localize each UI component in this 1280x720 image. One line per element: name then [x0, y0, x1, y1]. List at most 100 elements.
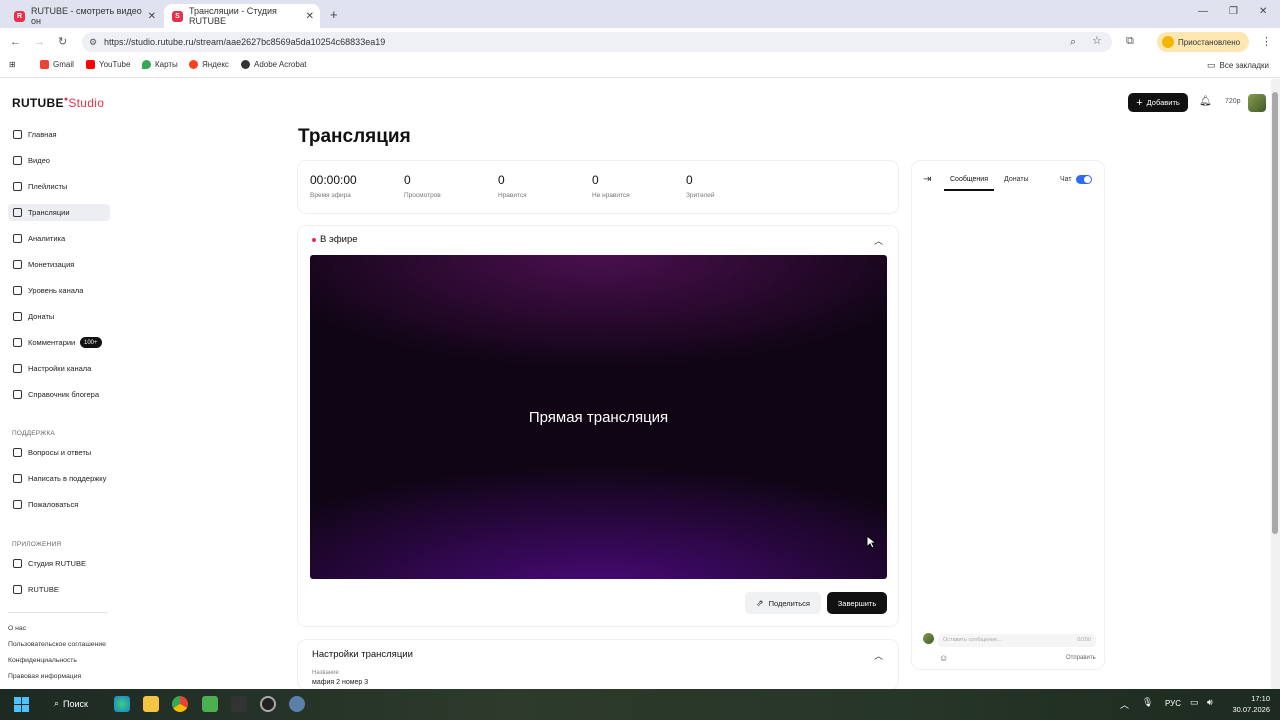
name-value[interactable]: мафия 2 номер 3 [312, 679, 368, 686]
clock-time: 17:10 [1251, 694, 1270, 703]
maximize-icon[interactable]: ❐ [1229, 6, 1238, 17]
page-scrollbar-thumb[interactable] [1272, 92, 1278, 534]
url-text: https://studio.rutube.ru/stream/aae2627b… [104, 37, 386, 47]
sidebar-item-label: Донаты [28, 312, 55, 321]
language-indicator[interactable]: РУС [1165, 699, 1181, 708]
reload-icon[interactable]: ↻ [58, 35, 67, 49]
sidebar-item-app-0[interactable]: Студия RUTUBE [8, 555, 110, 572]
forward-icon[interactable]: → [34, 35, 45, 49]
sidebar-item-main-6[interactable]: Уровень канала [8, 282, 110, 299]
back-icon[interactable]: ← [10, 35, 21, 49]
add-button[interactable]: + Добавить [1128, 93, 1188, 112]
settings-app-icon[interactable] [289, 696, 305, 712]
sidebar-item-support-2[interactable]: Пожаловаться [8, 496, 110, 513]
site-info-icon[interactable]: ⚙ [89, 35, 97, 49]
settings-chevron-icon[interactable]: ︿ [874, 649, 883, 662]
obs-studio-icon[interactable] [260, 696, 276, 712]
question-icon [13, 448, 22, 457]
sidebar-item-main-4[interactable]: Аналитика [8, 230, 110, 247]
browser-tab-rutube[interactable]: R RUTUBE - смотреть видео он ✕ [6, 4, 162, 28]
close-window-icon[interactable]: ✕ [1259, 6, 1267, 17]
chat-toggle[interactable] [1076, 175, 1092, 184]
chat-tab-messages[interactable]: Сообщения [950, 176, 988, 183]
home-icon [13, 130, 22, 139]
sidebar-item-main-9[interactable]: Настройки канала [8, 360, 110, 377]
taskbar-search[interactable]: ⌕ Поиск [54, 698, 88, 709]
network-icon[interactable]: ▭ [1190, 697, 1199, 708]
sidebar-item-main-5[interactable]: Монетизация [8, 256, 110, 273]
sidebar-item-main-2[interactable]: Плейлисты [8, 178, 110, 195]
bookmark-star-icon[interactable]: ☆ [1092, 34, 1102, 48]
volume-icon[interactable]: 🔊︎ [1207, 697, 1213, 708]
sidebar-item-support-1[interactable]: Написать в поддержку [8, 470, 110, 487]
minimize-icon[interactable]: — [1198, 6, 1208, 17]
bookmark-gmail[interactable]: Gmail [40, 60, 74, 69]
tray-chevron-icon[interactable]: ︿ [1120, 698, 1129, 711]
minecraft-icon[interactable] [202, 696, 218, 712]
active-tab-underline [944, 189, 994, 191]
microphone-icon[interactable]: 🎙︎ [1142, 697, 1153, 708]
bell-icon[interactable]: 🔔︎ [1199, 96, 1212, 107]
collapse-panel-icon[interactable]: ⇥ [923, 174, 931, 185]
quality-badge[interactable]: 720p [1225, 98, 1241, 105]
user-avatar[interactable] [1248, 94, 1266, 112]
chat-input-placeholder: Оставить сообщение... [943, 637, 1002, 643]
analytics-icon [13, 234, 22, 243]
bookmark-youtube[interactable]: YouTube [86, 60, 130, 69]
footer-link[interactable]: Конфиденциальность [8, 657, 77, 664]
close-tab-icon[interactable]: ✕ [148, 11, 156, 22]
footer-link[interactable]: О нас [8, 625, 26, 632]
finish-button[interactable]: Завершить [827, 592, 887, 614]
chrome-icon[interactable] [172, 696, 188, 712]
share-button[interactable]: ⇗ Поделиться [745, 592, 821, 614]
sidebar-item-app-1[interactable]: RUTUBE [8, 581, 110, 598]
sidebar-item-main-1[interactable]: Видео [8, 152, 110, 169]
file-explorer-icon[interactable] [143, 696, 159, 712]
cursor-arrow-icon [866, 535, 876, 549]
edge-icon[interactable] [114, 696, 130, 712]
gmail-icon [40, 60, 49, 69]
zoom-icon[interactable]: ⌕ [1070, 35, 1076, 49]
emoji-icon[interactable]: ☺ [939, 653, 948, 663]
footer-link[interactable]: Правовая информация [8, 673, 81, 680]
stat-value: 0 [498, 173, 505, 187]
chat-input[interactable]: Оставить сообщение... 0/200 [938, 634, 1096, 647]
acrobat-icon [241, 60, 250, 69]
bookmark-maps[interactable]: Карты [142, 60, 178, 69]
sidebar-item-main-10[interactable]: Справочник блогера [8, 386, 110, 403]
browser-tab-studio[interactable]: S Трансляции - Студия RUTUBE ✕ [164, 4, 320, 28]
sidebar-item-main-8[interactable]: Комментарии [8, 334, 110, 351]
bookmark-acrobat[interactable]: Adobe Acrobat [241, 60, 306, 69]
sidebar-item-label: Написать в поддержку [28, 474, 107, 483]
mail-icon [13, 474, 22, 483]
footer-link[interactable]: Пользовательское соглашение [8, 641, 106, 648]
bookmark-yandex[interactable]: Яндекс [189, 60, 229, 69]
sidebar-item-main-7[interactable]: Донаты [8, 308, 110, 325]
close-tab-icon[interactable]: ✕ [306, 11, 314, 22]
sidebar-item-main-0[interactable]: Главная [8, 126, 110, 143]
collapse-chevron-icon[interactable]: ︿ [874, 234, 883, 247]
sidebar-item-label: Трансляции [28, 208, 70, 217]
money-icon [13, 260, 22, 269]
new-tab-icon[interactable]: + [330, 7, 338, 22]
extensions-icon[interactable]: ⧉ [1126, 34, 1134, 48]
sidebar-item-main-3[interactable]: Трансляции [8, 204, 110, 221]
stat-label: Просмотров [404, 192, 441, 199]
windows-start-icon[interactable] [14, 697, 29, 712]
address-bar[interactable]: https://studio.rutube.ru/stream/aae2627b… [82, 32, 1112, 52]
sidebar-item-label: RUTUBE [28, 585, 59, 594]
obs-app-icon[interactable] [231, 696, 247, 712]
chat-tab-donations[interactable]: Донаты [1004, 176, 1029, 183]
all-bookmarks[interactable]: ▭ Все закладки [1207, 60, 1269, 71]
profile-button[interactable]: Приостановлено [1157, 32, 1249, 52]
bookmark-label: Яндекс [202, 60, 229, 69]
send-button[interactable]: Отправить [1066, 655, 1096, 661]
sidebar-item-support-0[interactable]: Вопросы и ответы [8, 444, 110, 461]
clock[interactable]: 17:10 30.07.2026 [1224, 693, 1270, 715]
clock-date: 30.07.2026 [1232, 705, 1270, 714]
sidebar-item-label: Студия RUTUBE [28, 559, 86, 568]
apps-grid-icon[interactable]: ⊞ [9, 60, 16, 69]
stat-label: Нравится [498, 192, 527, 199]
menu-kebab-icon[interactable]: ⋮ [1261, 35, 1272, 49]
studio-logo[interactable]: RUTUBE●Studio [12, 96, 104, 110]
